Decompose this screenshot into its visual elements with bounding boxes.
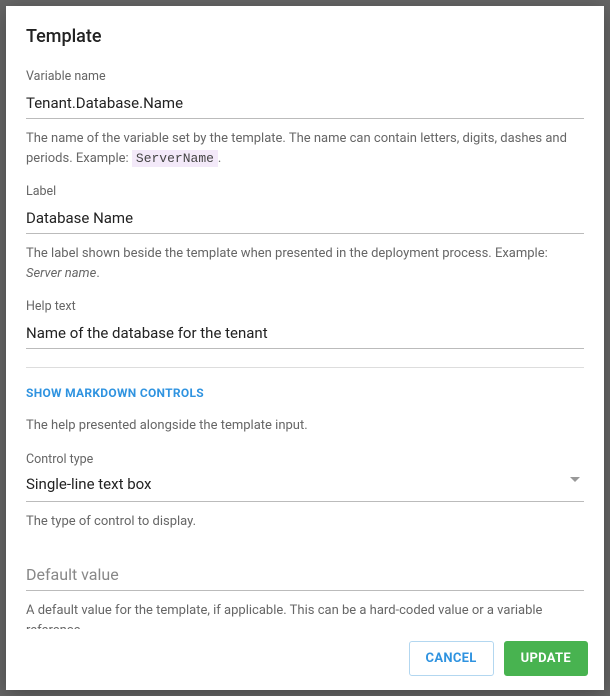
template-dialog: Template Variable name The name of the v… xyxy=(6,6,604,690)
control-type-value: Single-line text box xyxy=(26,473,584,495)
show-markdown-controls-button[interactable]: SHOW MARKDOWN CONTROLS xyxy=(26,380,204,406)
variable-name-section: Variable name The name of the variable s… xyxy=(26,69,584,168)
help-text-help: The help presented alongside the templat… xyxy=(26,416,584,436)
variable-name-help: The name of the variable set by the temp… xyxy=(26,129,584,168)
control-type-label: Control type xyxy=(26,452,584,467)
label-field-label: Label xyxy=(26,184,584,199)
help-text-section: Help text SHOW MARKDOWN CONTROLS The hel… xyxy=(26,299,584,436)
dialog-title: Template xyxy=(26,26,584,47)
dialog-footer: CANCEL UPDATE xyxy=(6,629,604,690)
variable-name-help-code: ServerName xyxy=(132,150,218,167)
dialog-body: Template Variable name The name of the v… xyxy=(6,6,604,629)
control-type-select[interactable]: Single-line text box xyxy=(26,473,584,502)
default-value-input[interactable] xyxy=(26,561,584,591)
help-text-divider xyxy=(26,367,584,368)
control-type-section: Control type Single-line text box The ty… xyxy=(26,452,584,532)
help-text-input[interactable] xyxy=(26,320,584,349)
label-help-em: Server name xyxy=(26,266,96,281)
chevron-down-icon xyxy=(570,477,580,482)
variable-name-input[interactable] xyxy=(26,90,584,119)
default-value-help: A default value for the template, if app… xyxy=(26,601,584,629)
label-section: Label The label shown beside the templat… xyxy=(26,184,584,283)
label-input[interactable] xyxy=(26,205,584,234)
label-help: The label shown beside the template when… xyxy=(26,244,584,283)
update-button[interactable]: UPDATE xyxy=(504,641,588,676)
variable-name-label: Variable name xyxy=(26,69,584,84)
help-text-label: Help text xyxy=(26,299,584,314)
default-value-section: A default value for the template, if app… xyxy=(26,561,584,629)
control-type-help: The type of control to display. xyxy=(26,512,584,532)
cancel-button[interactable]: CANCEL xyxy=(409,641,494,676)
